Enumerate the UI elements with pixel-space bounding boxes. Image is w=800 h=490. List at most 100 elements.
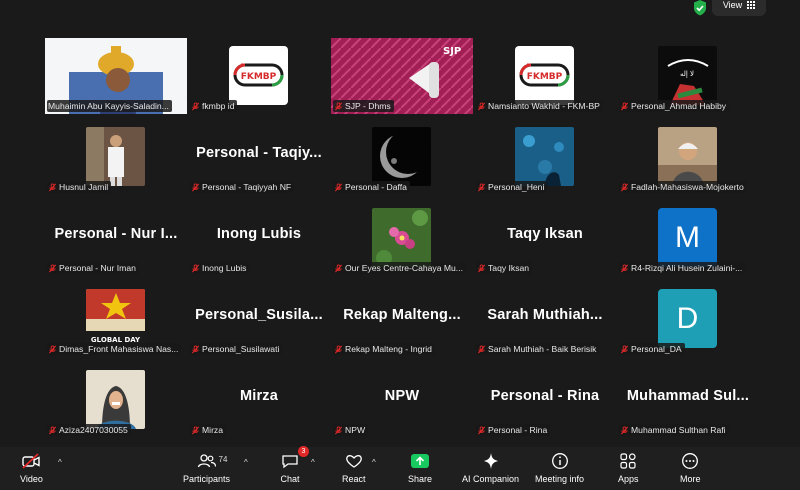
participant-tile[interactable]: Husnul Jamil xyxy=(45,119,187,195)
participant-display-name: Rekap Malteng... xyxy=(343,307,461,323)
participants-icon xyxy=(197,454,216,468)
mic-muted-icon xyxy=(477,182,486,191)
participant-tile[interactable]: D Personal_DA xyxy=(617,281,759,357)
gallery-view: Muhaimin Abu Kayyis-Saladin... FKMBP fkmbp… xyxy=(0,22,800,447)
participant-name-label: Muhaimin Abu Kayyis-Saladin... xyxy=(47,100,172,112)
participant-tile[interactable]: Personal_Susila... Personal_Susilawati xyxy=(188,281,330,357)
mic-muted-icon xyxy=(48,344,57,353)
mic-muted-icon xyxy=(334,263,343,272)
react-caret-icon[interactable]: ^ xyxy=(372,458,376,467)
meeting-info-label: Meeting info xyxy=(535,474,585,484)
participant-name: Rekap Malteng - Ingrid xyxy=(345,344,432,354)
participants-button[interactable]: 74 Participants xyxy=(183,451,230,484)
meeting-info-button[interactable]: Meeting info xyxy=(535,451,584,484)
participant-tile[interactable]: FKMBP fkmbp id xyxy=(188,38,330,114)
participant-name-label: Inong Lubis xyxy=(190,262,250,274)
participant-name: Muhammad Sulthan Rafi xyxy=(631,425,726,435)
participant-photo xyxy=(86,127,145,186)
more-button[interactable]: More xyxy=(680,451,701,484)
more-icon xyxy=(682,453,699,469)
chat-icon xyxy=(282,455,298,469)
participants-caret-icon[interactable]: ^ xyxy=(244,458,248,467)
mic-muted-icon xyxy=(191,263,200,272)
ai-companion-button[interactable]: AI Companion xyxy=(462,451,519,484)
participant-name-label: NPW xyxy=(333,424,369,436)
participant-tile[interactable]: Our Eyes Centre-Cahaya Mu... xyxy=(331,200,473,276)
participant-name: Husnul Jamil xyxy=(59,182,109,192)
top-bar: View xyxy=(0,0,800,22)
participant-tile[interactable]: Sarah Muthiah... Sarah Muthiah - Baik Ber… xyxy=(474,281,616,357)
participant-name-label: Personal - Taqiyyah NF xyxy=(190,181,295,193)
participant-tile[interactable]: Personal - Nur I... Personal - Nur Iman xyxy=(45,200,187,276)
participant-tile[interactable]: SJP SJP - Dhms xyxy=(331,38,473,114)
heart-icon xyxy=(345,455,362,468)
participant-tile[interactable]: Personal_Heni xyxy=(474,119,616,195)
chat-button[interactable]: 3 Chat xyxy=(280,446,309,484)
fkmbp-logo: FKMBP xyxy=(515,46,574,105)
avatar-letter: D xyxy=(658,289,717,348)
participant-tile[interactable]: Personal - Rina Personal - Rina xyxy=(474,362,616,438)
participant-name: Aziza2407030055 xyxy=(59,425,128,435)
participant-name-label: SJP - Dhms xyxy=(333,100,394,112)
participant-tile[interactable]: Aziza2407030055 xyxy=(45,362,187,438)
participant-name-label: Rekap Malteng - Ingrid xyxy=(333,343,435,355)
participant-name: Mirza xyxy=(202,425,224,435)
participant-name: R4-Rizqi Ali Husein Zulaini-... xyxy=(631,263,743,273)
participant-photo xyxy=(86,370,145,429)
view-button[interactable]: View xyxy=(712,0,766,16)
participant-name: Personal_Susilawati xyxy=(202,344,280,354)
participant-tile[interactable]: Muhammad Sul... Muhammad Sulthan Rafi xyxy=(617,362,759,438)
participant-tile[interactable]: Personal - Taqiy... Personal - Taqiyyah N… xyxy=(188,119,330,195)
mic-muted-icon xyxy=(620,344,629,353)
mic-muted-icon xyxy=(477,425,486,434)
participant-tile[interactable]: Taqy Iksan Taqy Iksan xyxy=(474,200,616,276)
react-button[interactable]: React xyxy=(342,451,366,484)
grid-icon xyxy=(747,1,756,9)
share-button[interactable]: Share xyxy=(408,451,432,484)
participant-photo xyxy=(658,127,717,186)
participant-tile[interactable]: GLOBAL DAY Dimas_Front Mahasiswa Nas... xyxy=(45,281,187,357)
react-label: React xyxy=(342,474,366,484)
participant-tile[interactable]: Personal - Daffa xyxy=(331,119,473,195)
participant-tile[interactable]: Inong Lubis Inong Lubis xyxy=(188,200,330,276)
participants-label: Participants xyxy=(183,474,231,484)
participant-tile[interactable]: Rekap Malteng... Rekap Malteng - Ingrid xyxy=(331,281,473,357)
participant-name-label: Personal - Rina xyxy=(476,424,551,436)
participant-name-label: Dimas_Front Mahasiswa Nas... xyxy=(47,343,182,355)
participant-name-label: fkmbp id xyxy=(190,100,238,112)
participant-tile[interactable]: لا إله Personal_Ahmad Habiby xyxy=(617,38,759,114)
mic-muted-icon xyxy=(477,344,486,353)
sparkle-icon xyxy=(483,453,498,469)
apps-label: Apps xyxy=(618,474,639,484)
chat-badge: 3 xyxy=(298,446,309,457)
apps-icon xyxy=(620,453,636,469)
fkmbp-logo-text: FKMBP xyxy=(241,72,277,82)
participant-name: Personal_Heni xyxy=(488,182,545,192)
shield-check-icon[interactable] xyxy=(690,0,710,18)
participant-name: Dimas_Front Mahasiswa Nas... xyxy=(59,344,179,354)
view-label: View xyxy=(722,0,743,10)
participant-photo xyxy=(372,127,431,186)
mic-muted-icon xyxy=(191,344,200,353)
participant-tile[interactable]: NPW NPW xyxy=(331,362,473,438)
participant-name-label: Personal_Susilawati xyxy=(190,343,283,355)
participant-tile[interactable]: FKMBP Namsianto Wakhid - FKM-BP xyxy=(474,38,616,114)
participant-name-label: Personal_Heni xyxy=(476,181,548,193)
participant-name-label: Mirza xyxy=(190,424,227,436)
participant-name-label: Personal_DA xyxy=(619,343,685,355)
participant-tile[interactable]: M R4-Rizqi Ali Husein Zulaini-... xyxy=(617,200,759,276)
mic-muted-icon xyxy=(334,344,343,353)
participant-name: fkmbp id xyxy=(202,101,235,111)
chat-caret-icon[interactable]: ^ xyxy=(311,458,315,467)
participant-name: Personal - Nur Iman xyxy=(59,263,136,273)
mic-muted-icon xyxy=(334,182,343,191)
participant-tile[interactable]: Muhaimin Abu Kayyis-Saladin... xyxy=(45,38,187,114)
video-button[interactable]: Video xyxy=(20,451,43,484)
apps-button[interactable]: Apps xyxy=(618,451,639,484)
participant-tile[interactable]: Fadlah-Mahasiswa-Mojokerto xyxy=(617,119,759,195)
svg-text:لا إله: لا إله xyxy=(680,70,694,78)
video-caret-icon[interactable]: ^ xyxy=(58,458,62,467)
participant-tile[interactable]: Mirza Mirza xyxy=(188,362,330,438)
fkmbp-logo: FKMBP xyxy=(229,46,288,105)
mic-muted-icon xyxy=(334,425,343,434)
